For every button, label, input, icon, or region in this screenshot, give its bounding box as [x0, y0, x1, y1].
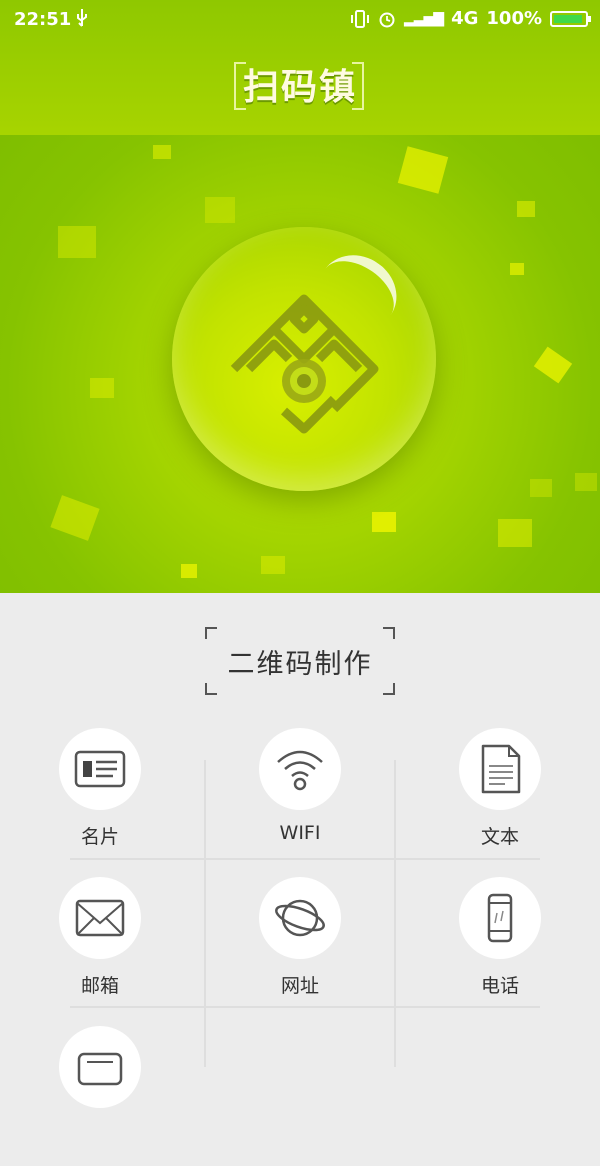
- item-label: 电话: [480, 975, 519, 997]
- hero-banner: [0, 135, 600, 593]
- item-label: 网址: [280, 975, 319, 997]
- app-title: 扫码镇: [242, 67, 357, 108]
- status-time: 22:51: [14, 9, 72, 30]
- item-text[interactable]: 文本: [430, 728, 570, 868]
- signal-icon: ▂▃▅▇: [404, 10, 444, 27]
- item-label: WIFI: [279, 822, 321, 844]
- grid-divider: [204, 760, 206, 1067]
- item-business-card[interactable]: 名片: [30, 728, 170, 868]
- item-sms[interactable]: [30, 1026, 170, 1166]
- section-title-text: 二维码制作: [227, 648, 373, 680]
- sms-icon: [77, 1052, 123, 1086]
- envelope-icon: [75, 899, 125, 937]
- vibrate-icon: [351, 9, 369, 28]
- battery-icon: [550, 10, 591, 27]
- network-type: 4G: [451, 8, 479, 29]
- document-icon: [481, 744, 521, 794]
- item-label: 邮箱: [80, 975, 119, 997]
- status-right: ▂▃▅▇ 4G 100%: [350, 8, 591, 29]
- item-wifi[interactable]: WIFI: [230, 728, 370, 868]
- globe-icon: [275, 899, 325, 937]
- top-bar: 22:51 ▂▃▅▇ 4G 100% 扫码镇: [0, 0, 600, 135]
- grid-divider: [394, 760, 396, 1067]
- alarm-icon: [379, 12, 395, 27]
- item-url[interactable]: 网址: [230, 877, 370, 1017]
- scan-town-logo-icon: [230, 294, 379, 434]
- qr-make-section-title: 二维码制作: [205, 627, 395, 695]
- usb-icon: [77, 9, 87, 27]
- logo-bubble: [172, 227, 436, 491]
- battery-percent: 100%: [486, 8, 542, 29]
- status-bar: 22:51 ▂▃▅▇ 4G 100%: [0, 0, 600, 40]
- item-label: 名片: [80, 826, 119, 848]
- business-card-icon: [74, 750, 126, 788]
- wifi-icon: [277, 750, 323, 791]
- phone-icon: [487, 893, 513, 943]
- item-label: 文本: [480, 826, 519, 848]
- item-phone[interactable]: 电话: [430, 877, 570, 1017]
- item-email[interactable]: 邮箱: [30, 877, 170, 1017]
